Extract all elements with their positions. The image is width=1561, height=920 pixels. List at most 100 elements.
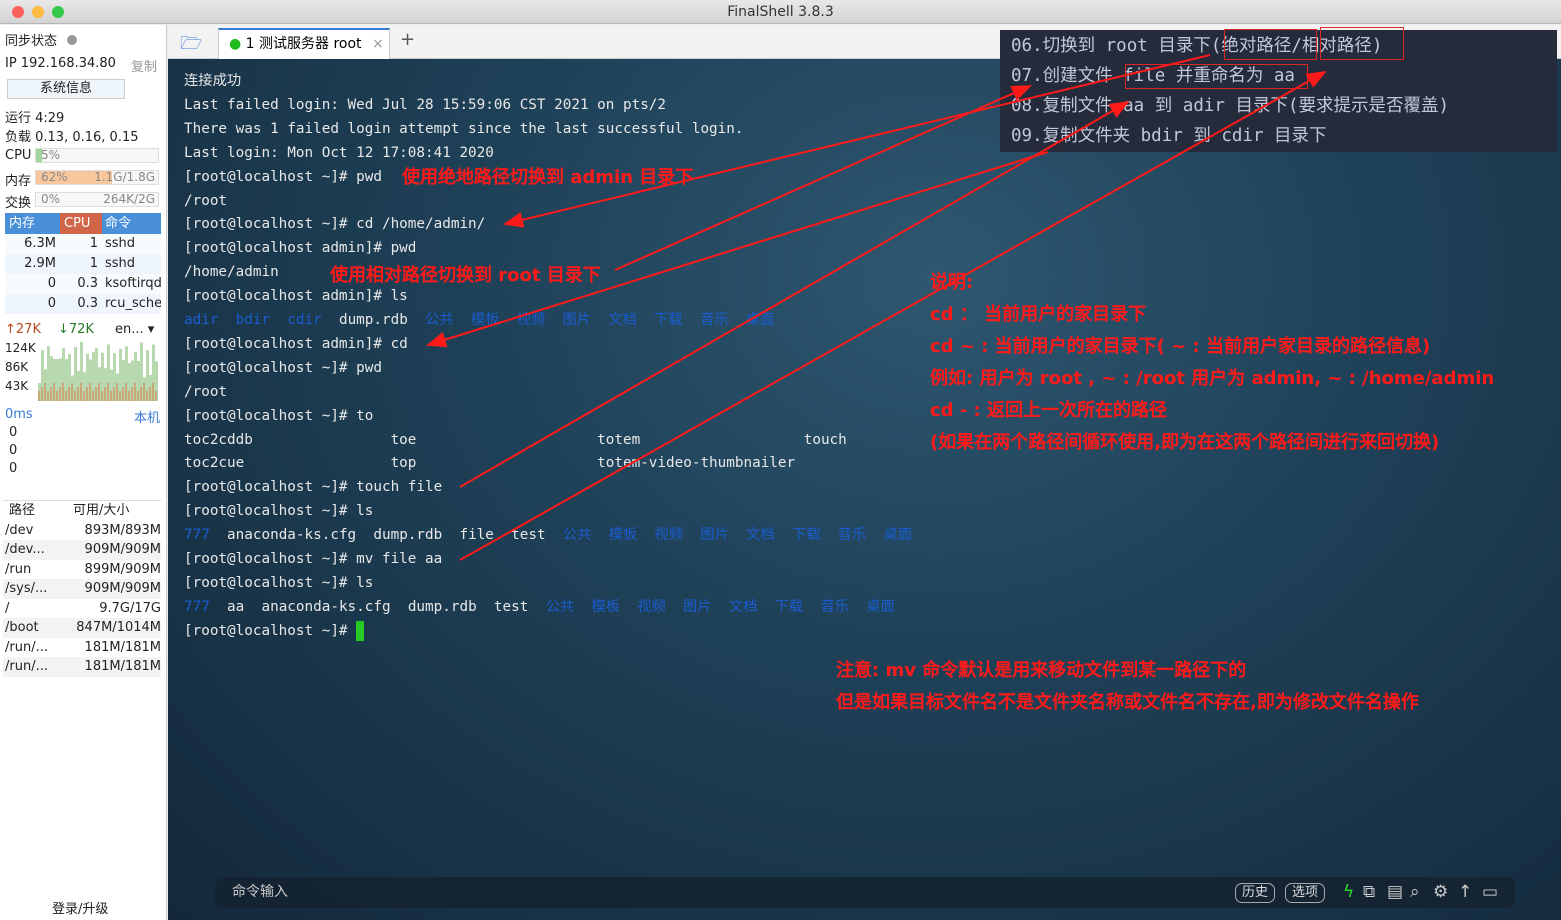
terminal-text: 连接成功 (184, 73, 242, 89)
process-cell: ksoftirqd/ (105, 276, 161, 291)
ping-host[interactable]: 本机 (134, 407, 160, 426)
lightning-icon[interactable]: ϟ (1343, 877, 1354, 908)
minimize-window-button[interactable] (32, 6, 44, 18)
sync-status: 同步状态 (5, 30, 78, 49)
process-row[interactable]: 6.3M 1 sshd (5, 234, 161, 254)
sync-dot-icon (67, 35, 78, 45)
swap-label: 交换 (5, 196, 32, 211)
terminal-line: toc2cddb toe totem touch (184, 428, 847, 452)
annotation-line: cd ~ : 当前用户的家目录下( ~ : 当前用户家目录的路径信息) (930, 336, 1431, 357)
sidebar: 同步状态 IP 192.168.34.80 复制 系统信息 运行 4:29 负载… (0, 25, 167, 920)
disk-row[interactable]: /sys/... 909M/909M (3, 579, 161, 599)
title-bar: FinalShell 3.8.3 (0, 0, 1561, 24)
terminal-line: [root@localhost ~]# ls (184, 499, 373, 523)
task-item: 08.复制文件 aa 到 adir 目录下(要求提示是否覆盖) (1011, 96, 1450, 116)
disk-cell: /dev (5, 522, 34, 538)
net-bar-up (128, 391, 130, 401)
copy-ip-button[interactable]: 复制 (131, 56, 157, 75)
command-input[interactable]: 命令输入 (232, 877, 288, 908)
disk-row[interactable]: / 9.7G/17G (3, 599, 161, 619)
process-cell: rcu_sched (105, 296, 161, 311)
disk-cell: /run/... (5, 639, 48, 655)
disk-row[interactable]: /boot 847M/1014M (3, 618, 161, 638)
options-button[interactable]: 选项 (1285, 883, 1326, 903)
arrow-up-icon[interactable]: ↑ (1458, 877, 1472, 908)
copy-icon[interactable]: ⧉ (1363, 877, 1375, 908)
net-bar-up (62, 383, 64, 401)
disk-row[interactable]: /dev... 909M/909M (3, 540, 161, 560)
disk-cell: 909M/909M (84, 581, 161, 596)
maximize-window-button[interactable] (52, 6, 64, 18)
search-icon[interactable]: ⌕ (1410, 877, 1420, 908)
history-button[interactable]: 历史 (1235, 883, 1276, 903)
notes-annotation: 说明: cd ： 当前用户的家目录下 cd ~ : 当前用户的家目录下( ~ : 当… (930, 267, 1494, 459)
window-icon[interactable]: ▭ (1482, 877, 1498, 908)
swap-detail: 264K/2G (103, 192, 155, 206)
annotation-relative: 使用相对路径切换到 root 目录下 (330, 265, 601, 286)
disk-row[interactable]: /run/... 181M/181M (3, 657, 161, 677)
net-bar-up (146, 391, 148, 401)
interface-select[interactable]: en... ▾ (115, 322, 154, 337)
col-command[interactable]: 命令 (102, 213, 161, 234)
annotation-line: 例如: 用户为 root , ~ : /root 用户为 admin, ~ : … (930, 368, 1495, 389)
login-upgrade-link[interactable]: 登录/升级 (52, 898, 108, 917)
terminal-text: [root@localhost ~]# mv file aa (184, 551, 443, 567)
ping-values: 0 0 0 (9, 424, 17, 478)
net-bar-up (68, 387, 70, 401)
ls-entry: cdir (287, 312, 322, 328)
ls-entry: 文档 (608, 312, 637, 328)
annotation-line: 说明: (930, 272, 974, 293)
col-mem[interactable]: 内存 (5, 213, 60, 234)
disk-row[interactable]: /run/... 181M/181M (3, 638, 161, 658)
ls-entry: adir (184, 312, 219, 328)
system-info-button[interactable]: 系统信息 (7, 79, 125, 99)
col-path[interactable]: 路径 (3, 501, 73, 521)
close-window-button[interactable] (12, 6, 24, 18)
net-bar-up (89, 383, 91, 401)
process-row[interactable]: 2.9M 1 sshd (5, 254, 161, 274)
annotation-line: 注意: mv 命令默认是用来移动文件到某一路径下的 (836, 660, 1247, 681)
process-cell: 0 (47, 296, 56, 311)
process-cell: 0.3 (77, 276, 98, 291)
process-cell: 6.3M (24, 236, 56, 251)
disk-row[interactable]: /dev 893M/893M (3, 521, 161, 541)
terminal-line: [root@localhost admin]# ls (184, 284, 408, 308)
terminal-line: [root@localhost admin]# cd (184, 332, 408, 356)
process-row[interactable]: 0 0.3 ksoftirqd/ (5, 274, 161, 294)
tab-label: 1 测试服务器 root (245, 36, 362, 52)
ls-entry: 777 (184, 598, 210, 615)
net-bar-up (71, 383, 73, 401)
mem-detail: 1.1G/1.8G (94, 170, 155, 184)
ls-entry: 音乐 (837, 527, 867, 544)
annotation-line: (如果在两个路径间循环使用,即为在这两个路径间进行来回切换) (930, 432, 1440, 453)
disk-cell: /boot (5, 620, 39, 635)
add-tab-button[interactable]: + (400, 29, 415, 50)
window-title: FinalShell 3.8.3 (727, 4, 834, 20)
ls-entry: 模板 (608, 527, 638, 544)
net-bar-up (107, 383, 109, 401)
col-size[interactable]: 可用/大小 (73, 501, 161, 521)
close-tab-icon[interactable]: × (372, 36, 384, 52)
command-bar: 命令输入 历史 选项 ϟ ⧉ ▤ ⌕ ⚙ ↑ ▭ (215, 877, 1515, 908)
paste-icon[interactable]: ▤ (1387, 877, 1403, 908)
disk-row[interactable]: /run 899M/909M (3, 560, 161, 580)
col-cpu[interactable]: CPU (60, 213, 102, 234)
net-bar-up (143, 383, 145, 401)
tab-session[interactable]: ● 1 测试服务器 root × (218, 28, 390, 59)
process-row[interactable]: 0 0.3 rcu_sched (5, 294, 161, 314)
net-bar-up (74, 391, 76, 401)
net-bar-up (41, 387, 43, 401)
gear-icon[interactable]: ⚙ (1433, 877, 1448, 908)
folder-icon[interactable]: 🗁 (180, 31, 202, 61)
terminal-line: Last failed login: Wed Jul 28 15:59:06 C… (184, 93, 666, 117)
net-bar-up (47, 391, 49, 401)
terminal-line: 777 anaconda-ks.cfg dump.rdb file test 公… (184, 523, 912, 547)
net-bar-up (92, 391, 94, 401)
terminal[interactable]: [root@localhost ~]# 777 aa anaconda-ks.c… (168, 59, 1561, 920)
net-up: ↑27K (5, 322, 41, 337)
ls-entry: 桌面 (883, 527, 913, 544)
net-bar-up (56, 391, 58, 401)
tick: 0 (9, 461, 18, 476)
disk-cell: 181M/181M (84, 639, 161, 655)
highlight-box (1125, 64, 1308, 89)
